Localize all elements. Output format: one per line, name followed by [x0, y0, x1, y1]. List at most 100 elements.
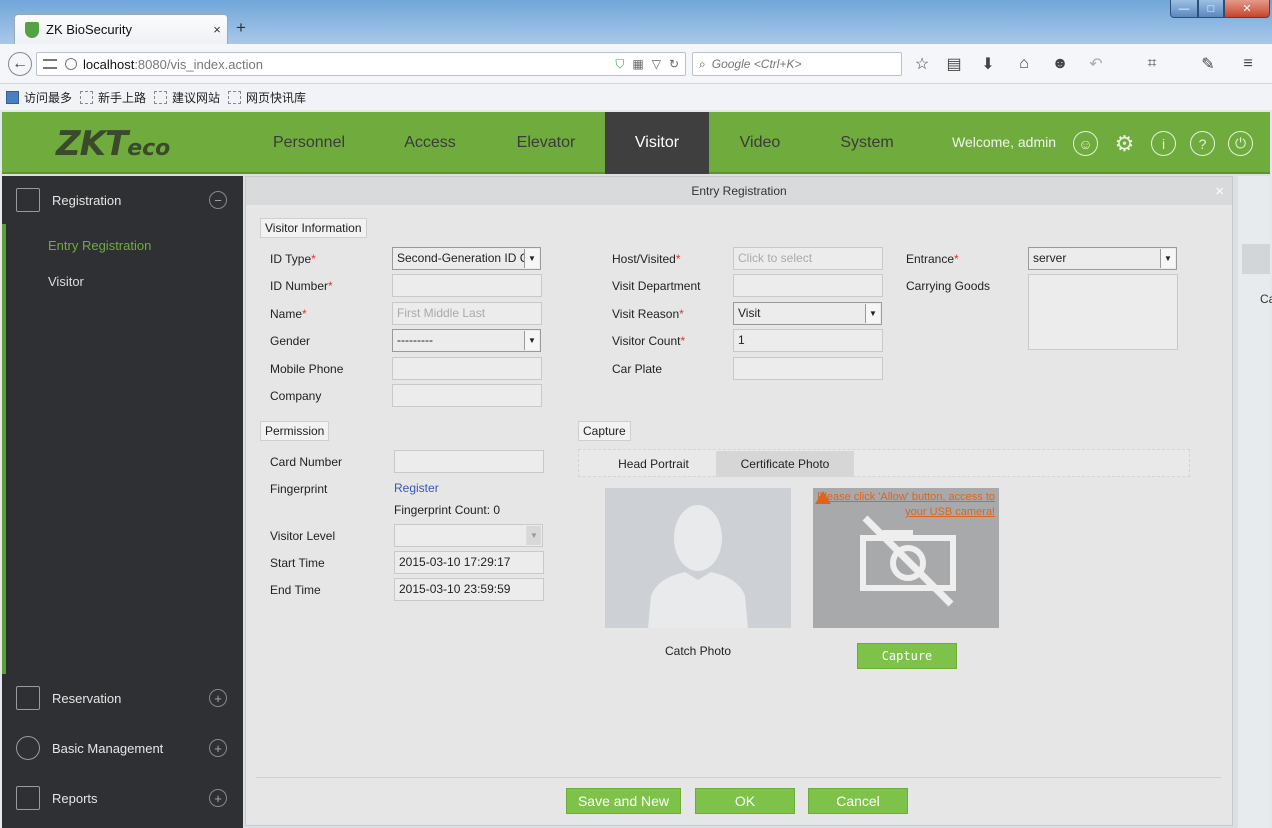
- save-and-new-button[interactable]: Save and New: [566, 788, 681, 814]
- sidebar-group-basic-management[interactable]: Basic Management +: [2, 728, 243, 768]
- visitor-level-label: Visitor Level: [270, 529, 336, 543]
- back-icon[interactable]: ←: [8, 52, 32, 76]
- url-text: localhost:8080/vis_index.action: [83, 56, 263, 72]
- menu-access[interactable]: Access: [372, 112, 488, 174]
- tab-head-portrait[interactable]: Head Portrait: [606, 451, 701, 477]
- app-container: ZKTeco Personnel Access Elevator Visitor…: [2, 112, 1272, 828]
- background-panel: Ca: [1238, 176, 1272, 828]
- carrying-goods-label: Carrying Goods: [906, 279, 991, 293]
- qr-code-icon[interactable]: ▦: [632, 57, 643, 72]
- company-field[interactable]: [392, 384, 542, 407]
- menu-personnel[interactable]: Personnel: [250, 112, 368, 174]
- expand-icon[interactable]: +: [209, 739, 227, 757]
- capture-button[interactable]: Capture: [857, 643, 957, 669]
- search-icon: ⌕: [699, 56, 706, 71]
- bookmark-item[interactable]: 网页快讯库: [228, 89, 306, 106]
- bookmark-item[interactable]: 新手上路: [80, 89, 146, 106]
- bookmark-page-icon: [154, 90, 168, 104]
- chevron-down-icon[interactable]: ▼: [1160, 249, 1175, 268]
- mobile-phone-field[interactable]: [392, 357, 542, 380]
- crop-icon[interactable]: ⌗: [1140, 52, 1164, 76]
- sidebar-group-reservation[interactable]: Reservation +: [2, 678, 243, 718]
- reading-list-icon[interactable]: ▤: [942, 52, 966, 76]
- fingerprint-count: Fingerprint Count: 0: [394, 503, 501, 517]
- id-number-field[interactable]: [392, 274, 542, 297]
- browser-tab[interactable]: ZK BioSecurity ×: [14, 14, 228, 44]
- chat-icon[interactable]: ☻: [1048, 52, 1072, 76]
- start-time-field[interactable]: 2015-03-10 17:29:17: [394, 551, 544, 574]
- bookmarks-bar: 访问最多 新手上路 建议网站 网页快讯库: [0, 84, 1272, 110]
- visitor-info-legend: Visitor Information: [260, 218, 367, 238]
- bookmark-item[interactable]: 访问最多: [6, 89, 72, 106]
- power-icon[interactable]: ⏻: [1228, 131, 1253, 156]
- sidebar-group-registration[interactable]: Registration −: [2, 180, 243, 220]
- gear-icon[interactable]: ⚙: [1112, 131, 1137, 156]
- host-visited-field[interactable]: Click to select: [733, 247, 883, 270]
- bookmark-star-icon[interactable]: ☆: [910, 52, 934, 76]
- carrying-goods-textarea[interactable]: [1028, 274, 1178, 350]
- collapse-icon[interactable]: −: [209, 191, 227, 209]
- new-tab-button[interactable]: +: [236, 18, 246, 38]
- dialog-title: Entry Registration: [691, 184, 787, 198]
- sidebar-item-entry-registration[interactable]: Entry Registration: [48, 238, 151, 253]
- expand-icon[interactable]: +: [209, 789, 227, 807]
- visit-department-field[interactable]: [733, 274, 883, 297]
- user-icon[interactable]: ☺: [1073, 131, 1098, 156]
- site-identity-icon[interactable]: [43, 59, 57, 69]
- certificate-camera-view: Please click 'Allow' button, access to y…: [813, 488, 999, 628]
- name-label: Name*: [270, 307, 307, 321]
- download-icon[interactable]: ⬇: [976, 52, 1000, 76]
- camera-disabled-icon: [860, 515, 956, 607]
- shield-favicon-icon: [25, 21, 39, 38]
- chevron-down-icon[interactable]: ▼: [524, 331, 539, 350]
- menu-system[interactable]: System: [812, 112, 922, 174]
- sidebar-group-reports[interactable]: Reports +: [2, 778, 243, 818]
- shield-check-icon[interactable]: ⛉: [615, 57, 624, 72]
- capture-legend: Capture: [578, 421, 631, 441]
- bookmark-page-icon: [228, 90, 242, 104]
- entrance-select[interactable]: server ▼: [1028, 247, 1177, 270]
- name-field[interactable]: First Middle Last: [392, 302, 542, 325]
- reservation-icon: [16, 686, 40, 710]
- window-close-button[interactable]: ✕: [1224, 0, 1270, 18]
- undo-icon[interactable]: ↶: [1084, 52, 1108, 76]
- search-input[interactable]: ⌕ Google <Ctrl+K>: [692, 52, 902, 76]
- visitor-count-field[interactable]: 1: [733, 329, 883, 352]
- dropdown-arrow-icon[interactable]: ▽: [652, 57, 661, 72]
- card-number-field[interactable]: [394, 450, 544, 473]
- ok-button[interactable]: OK: [695, 788, 795, 814]
- tab-close-icon[interactable]: ×: [207, 22, 227, 37]
- menu-elevator[interactable]: Elevator: [490, 112, 602, 174]
- visit-reason-select[interactable]: Visit ▼: [733, 302, 882, 325]
- tab-certificate-photo[interactable]: Certificate Photo: [716, 451, 854, 477]
- menu-icon[interactable]: ≡: [1236, 52, 1260, 76]
- end-time-field[interactable]: 2015-03-10 23:59:59: [394, 578, 544, 601]
- help-icon[interactable]: ?: [1190, 131, 1215, 156]
- card-number-label: Card Number: [270, 455, 343, 469]
- gender-select[interactable]: --------- ▼: [392, 329, 541, 352]
- chevron-down-icon[interactable]: ▼: [524, 249, 539, 268]
- cancel-button[interactable]: Cancel: [808, 788, 908, 814]
- registration-icon: [16, 188, 40, 212]
- permission-legend: Permission: [260, 421, 330, 441]
- visitor-level-select[interactable]: ▼: [394, 524, 543, 547]
- chevron-down-icon[interactable]: ▼: [865, 304, 880, 323]
- expand-icon[interactable]: +: [209, 689, 227, 707]
- id-type-select[interactable]: Second-Generation ID C ▼: [392, 247, 541, 270]
- menu-video[interactable]: Video: [712, 112, 808, 174]
- home-icon[interactable]: ⌂: [1012, 52, 1036, 76]
- menu-visitor[interactable]: Visitor: [605, 112, 709, 174]
- close-icon[interactable]: ×: [1215, 183, 1224, 200]
- bookmark-item[interactable]: 建议网站: [154, 89, 220, 106]
- url-bar[interactable]: localhost:8080/vis_index.action ⛉ ▦ ▽ ↻: [36, 52, 686, 76]
- reload-icon[interactable]: ↻: [669, 57, 679, 72]
- entry-registration-dialog: Entry Registration × Visitor Information…: [245, 176, 1233, 826]
- minimize-button[interactable]: —: [1170, 0, 1198, 18]
- chevron-down-icon[interactable]: ▼: [526, 526, 541, 545]
- car-plate-field[interactable]: [733, 357, 883, 380]
- sidebar-item-visitor[interactable]: Visitor: [48, 274, 84, 289]
- comment-icon[interactable]: ✎: [1196, 52, 1220, 76]
- register-fingerprint-link[interactable]: Register: [394, 481, 439, 495]
- info-icon[interactable]: i: [1151, 131, 1176, 156]
- maximize-button[interactable]: □: [1198, 0, 1224, 18]
